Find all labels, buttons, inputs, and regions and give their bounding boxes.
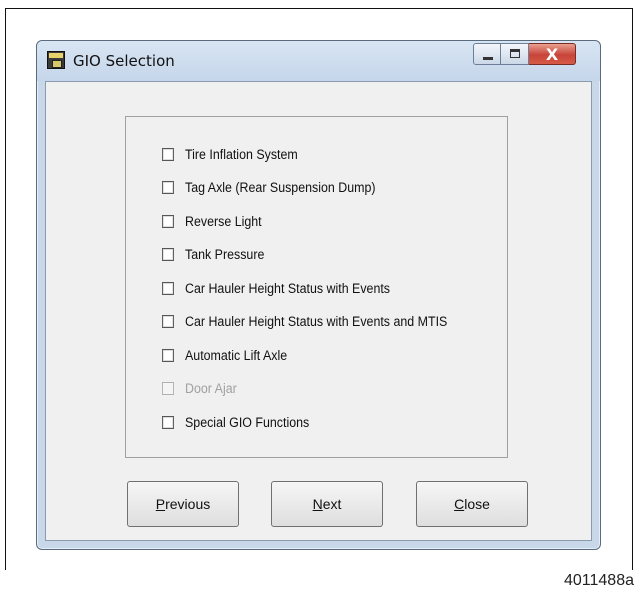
option-label: Special GIO Functions xyxy=(185,414,310,430)
close-window-button[interactable]: X xyxy=(529,43,576,65)
figure-id: 4011488a xyxy=(564,572,634,589)
checkbox xyxy=(162,381,174,395)
option-label: Reverse Light xyxy=(185,213,262,229)
option-label: Tank Pressure xyxy=(185,246,265,262)
option-label: Door Ajar xyxy=(185,380,237,396)
minimize-icon xyxy=(483,57,493,60)
option-car-hauler-height-status-mtis[interactable]: Car Hauler Height Status with Events and… xyxy=(162,311,447,331)
checkbox[interactable] xyxy=(162,180,174,194)
button-label: lose xyxy=(464,496,490,512)
window-title: GIO Selection xyxy=(73,52,175,70)
mnemonic: C xyxy=(454,496,465,512)
option-label: Car Hauler Height Status with Events xyxy=(185,280,391,296)
next-button[interactable]: Next xyxy=(271,481,383,527)
app-icon xyxy=(47,51,65,69)
option-label: Car Hauler Height Status with Events and… xyxy=(185,313,448,329)
dialog-client-area: Tire Inflation System Tag Axle (Rear Sus… xyxy=(45,81,592,541)
option-label: Automatic Lift Axle xyxy=(185,347,288,363)
title-bar[interactable]: GIO Selection X xyxy=(37,41,600,81)
options-group-box: Tire Inflation System Tag Axle (Rear Sus… xyxy=(125,116,508,458)
option-special-gio-functions[interactable]: Special GIO Functions xyxy=(162,412,309,432)
mnemonic: P xyxy=(155,496,166,512)
option-tire-inflation-system[interactable]: Tire Inflation System xyxy=(162,144,298,164)
option-label: Tire Inflation System xyxy=(185,146,298,162)
close-button[interactable]: Close xyxy=(416,481,528,527)
checkbox[interactable] xyxy=(162,415,174,429)
checkbox[interactable] xyxy=(162,348,174,362)
option-door-ajar: Door Ajar xyxy=(162,378,237,398)
option-reverse-light[interactable]: Reverse Light xyxy=(162,211,262,231)
button-label: revious xyxy=(165,496,211,512)
checkbox[interactable] xyxy=(162,214,174,228)
minimize-button[interactable] xyxy=(473,43,501,65)
maximize-button[interactable] xyxy=(501,43,529,65)
maximize-icon xyxy=(510,49,520,58)
checkbox[interactable] xyxy=(162,147,174,161)
option-tank-pressure[interactable]: Tank Pressure xyxy=(162,244,264,264)
button-label: ext xyxy=(322,496,342,512)
option-car-hauler-height-status[interactable]: Car Hauler Height Status with Events xyxy=(162,278,390,298)
option-automatic-lift-axle[interactable]: Automatic Lift Axle xyxy=(162,345,287,365)
option-label: Tag Axle (Rear Suspension Dump) xyxy=(185,179,376,195)
previous-button[interactable]: Previous xyxy=(127,481,239,527)
checkbox[interactable] xyxy=(162,247,174,261)
gio-selection-dialog: GIO Selection X Tire Inflation System Ta… xyxy=(36,40,601,550)
checkbox[interactable] xyxy=(162,281,174,295)
option-tag-axle[interactable]: Tag Axle (Rear Suspension Dump) xyxy=(162,177,376,197)
close-icon: X xyxy=(545,45,559,64)
mnemonic: N xyxy=(312,496,323,512)
checkbox[interactable] xyxy=(162,314,174,328)
